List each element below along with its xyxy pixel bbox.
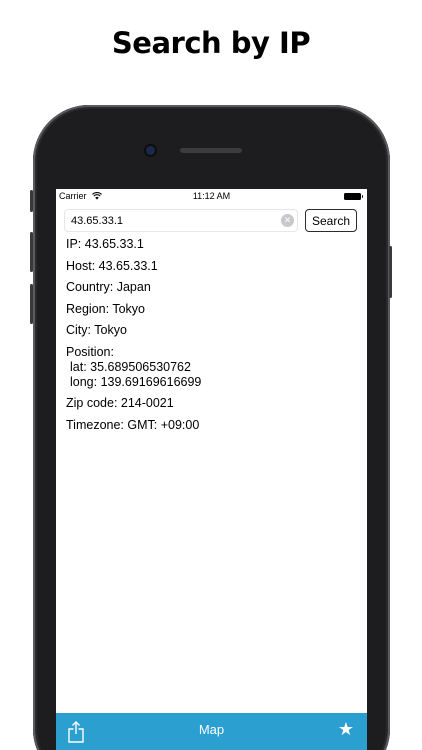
phone-screen: Carrier 11:12 AM ✕ Search IP: 43.65.33.1… xyxy=(56,189,367,750)
ip-search-input[interactable] xyxy=(64,209,298,232)
map-button[interactable] xyxy=(186,719,238,743)
timezone-value: Timezone: GMT: +09:00 xyxy=(66,417,200,432)
search-button[interactable]: Search xyxy=(305,209,357,232)
battery-icon xyxy=(344,193,363,200)
zip-code-value: Zip code: 214-0021 xyxy=(66,396,174,410)
power-button xyxy=(389,246,392,298)
status-bar: Carrier 11:12 AM xyxy=(56,189,367,203)
region-value: Region: Tokyo xyxy=(66,301,145,316)
host-value: Host: 43.65.33.1 xyxy=(66,258,158,273)
country-value: Country: Japan xyxy=(66,280,151,294)
star-icon[interactable]: ★ xyxy=(338,717,354,743)
page-headline: Search by IP xyxy=(111,26,311,60)
city-value: City: Tokyo xyxy=(66,323,127,337)
share-icon[interactable] xyxy=(67,721,85,743)
status-time: 11:12 AM xyxy=(192,191,231,201)
ip-value: IP: 43.65.33.1 xyxy=(66,237,144,251)
longitude-value: long: 139.69169616699 xyxy=(70,374,202,389)
mute-switch xyxy=(30,190,33,212)
search-row: ✕ Search xyxy=(64,209,357,232)
position-label: Position: xyxy=(66,344,114,359)
ip-info-panel: IP: 43.65.33.1 Host: 43.65.33.1 Country:… xyxy=(66,237,361,439)
latitude-value: lat: 35.689506530762 xyxy=(70,359,191,374)
bottom-toolbar: Map ★ xyxy=(56,713,367,750)
earpiece-speaker xyxy=(180,148,242,153)
volume-down-button xyxy=(30,284,33,324)
clear-input-icon[interactable]: ✕ xyxy=(281,214,294,227)
front-camera xyxy=(146,146,155,155)
volume-up-button xyxy=(30,232,33,272)
